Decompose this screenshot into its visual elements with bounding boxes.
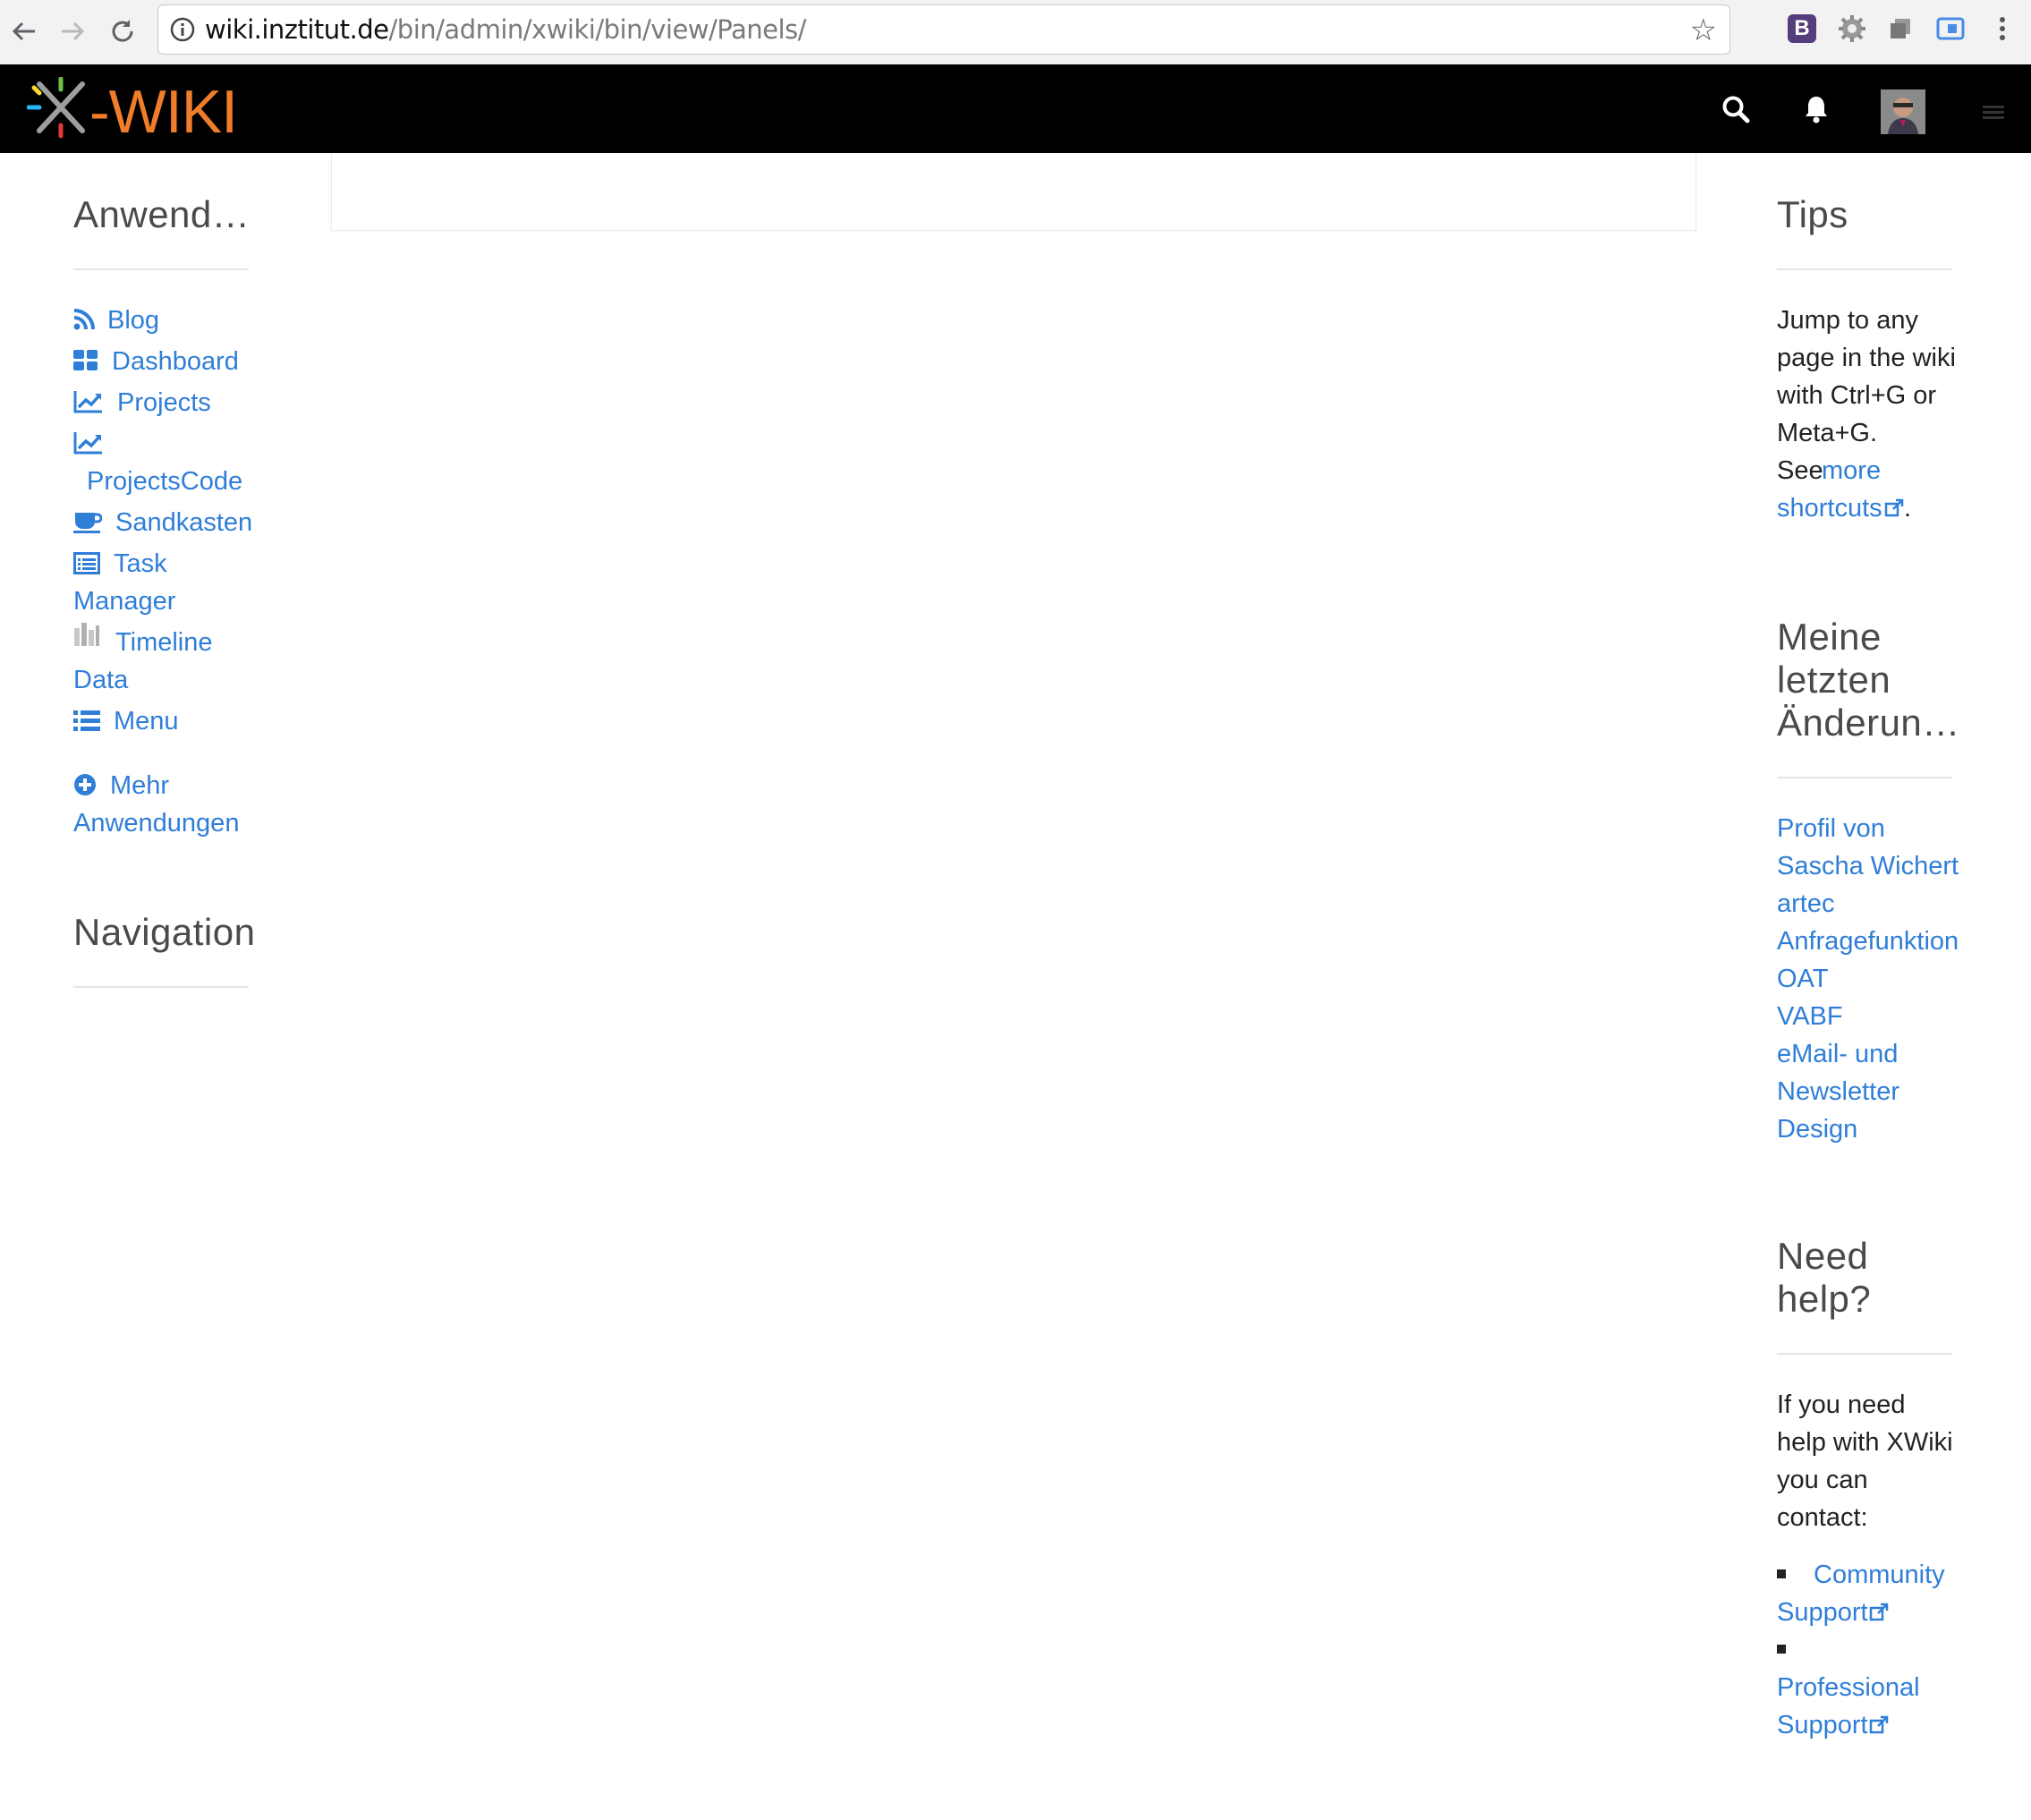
tips-text-line: with Ctrl+G or [1777, 381, 1937, 410]
tips-panel-divider [1777, 268, 1952, 270]
app-link-sandkasten[interactable]: Sandkasten [115, 504, 252, 541]
tips-panel-title: Tips [1777, 193, 1848, 235]
tips-text-line: Meta+G. [1777, 419, 1878, 447]
app-link-dashboard[interactable]: Dashboard [112, 343, 239, 380]
help-text-line: If you need [1777, 1391, 1906, 1419]
help-text-line: contact: [1777, 1503, 1868, 1532]
url-text[interactable]: wiki.inztitut.de/bin/admin/xwiki/bin/vie… [205, 14, 806, 45]
applications-panel-title: Anwend… [73, 193, 251, 235]
help-text-line: help with XWiki [1777, 1428, 1953, 1457]
url-path: /bin/admin/xwiki/bin/view/Panels/ [388, 14, 807, 45]
list-icon [73, 710, 100, 731]
recent-change-link[interactable]: VABF [1777, 998, 1843, 1035]
bell-icon[interactable] [1797, 89, 1836, 129]
community-support-link-line2[interactable]: Support [1777, 1594, 1868, 1631]
search-icon[interactable] [1716, 89, 1755, 129]
recent-change-link[interactable]: Design [1777, 1110, 1857, 1148]
app-link-menu[interactable]: Menu [114, 702, 179, 740]
more-applications-link-line2[interactable]: Anwendungen [73, 804, 239, 842]
app-link-timeline[interactable]: Timeline [115, 624, 213, 661]
screen-extension-icon[interactable] [1934, 13, 1967, 45]
external-link-icon [1869, 1715, 1889, 1734]
menu-dots-icon[interactable] [1986, 13, 2018, 45]
bookmark-star-icon[interactable]: ☆ [1690, 13, 1717, 48]
applications-panel-divider [73, 268, 249, 270]
recent-change-link[interactable]: OAT [1777, 960, 1828, 998]
reload-icon[interactable] [102, 11, 143, 52]
bootstrap-extension-icon[interactable]: B [1786, 13, 1818, 45]
navigation-panel-title: Navigation [73, 911, 256, 953]
bootstrap-extension-label: B [1788, 14, 1816, 43]
help-divider [1777, 1353, 1952, 1355]
xwiki-header: -WIKI [0, 64, 2031, 153]
professional-support-link[interactable]: Professional [1777, 1669, 1920, 1706]
info-icon[interactable] [169, 16, 196, 43]
recent-changes-title-line: Meine [1777, 616, 1882, 658]
external-link-icon [1869, 1603, 1889, 1621]
app-link-timeline-data[interactable]: Data [73, 661, 128, 699]
app-link-projects[interactable]: Projects [117, 384, 211, 421]
external-link-icon [1884, 498, 1904, 517]
rss-icon [73, 309, 95, 330]
main-content [331, 153, 1696, 231]
more-shortcuts-link[interactable]: more [1822, 452, 1881, 489]
recent-changes-divider [1777, 777, 1952, 778]
svg-text:-WIKI: -WIKI [89, 78, 233, 140]
recent-change-link[interactable]: eMail- und [1777, 1035, 1898, 1073]
app-link-task[interactable]: Task [114, 545, 167, 583]
address-bar[interactable]: wiki.inztitut.de/bin/admin/xwiki/bin/vie… [157, 4, 1730, 55]
recent-change-link[interactable]: artec [1777, 885, 1834, 923]
xwiki-logo[interactable]: -WIKI [26, 76, 238, 146]
tips-text-line: Jump to any [1777, 306, 1918, 335]
list-bullet [1777, 1569, 1786, 1578]
recent-change-link[interactable]: Profil von [1777, 810, 1885, 847]
recent-changes-title-line: letzten [1777, 659, 1891, 701]
plus-circle-icon [74, 774, 96, 795]
line-chart-icon [73, 432, 102, 455]
app-link-blog[interactable]: Blog [107, 302, 159, 339]
back-icon[interactable] [4, 11, 45, 52]
recent-changes-title-line: Änderun… [1777, 702, 1960, 744]
line-chart-icon [73, 391, 102, 413]
cup-icon [73, 513, 102, 533]
help-title-line: Need [1777, 1235, 1869, 1277]
tips-text-line: page in the wiki [1777, 344, 1956, 372]
app-link-projectscode[interactable]: ProjectsCode [87, 463, 242, 500]
app-link-task-manager[interactable]: Manager [73, 583, 175, 620]
dashboard-grid-icon [73, 350, 98, 370]
drawer-icon[interactable] [1983, 104, 2004, 122]
help-title-line: help? [1777, 1278, 1872, 1320]
recent-change-link[interactable]: Anfragefunktion [1777, 923, 1959, 960]
list-bullet [1777, 1645, 1786, 1654]
tips-period: . [1904, 494, 1912, 523]
browser-toolbar: wiki.inztitut.de/bin/admin/xwiki/bin/vie… [0, 0, 2031, 65]
gear-extension-icon[interactable] [1836, 13, 1868, 45]
tips-see-text: See [1777, 456, 1823, 485]
professional-support-link-line2[interactable]: Support [1777, 1706, 1868, 1744]
window-extension-icon[interactable] [1884, 13, 1916, 45]
more-applications-link[interactable]: Mehr [110, 767, 169, 804]
forward-icon[interactable] [52, 11, 93, 52]
navigation-panel-divider [73, 986, 249, 988]
recent-change-link[interactable]: Newsletter [1777, 1073, 1899, 1110]
recent-change-link[interactable]: Sascha Wichert [1777, 847, 1959, 885]
help-text-line: you can [1777, 1466, 1868, 1494]
avatar[interactable] [1881, 89, 1925, 134]
more-shortcuts-link-line2[interactable]: shortcuts [1777, 489, 1882, 527]
community-support-link[interactable]: Community [1814, 1556, 1945, 1594]
url-host: wiki.inztitut.de [205, 14, 389, 45]
timeline-icon [74, 623, 99, 646]
list-box-icon [73, 552, 100, 574]
